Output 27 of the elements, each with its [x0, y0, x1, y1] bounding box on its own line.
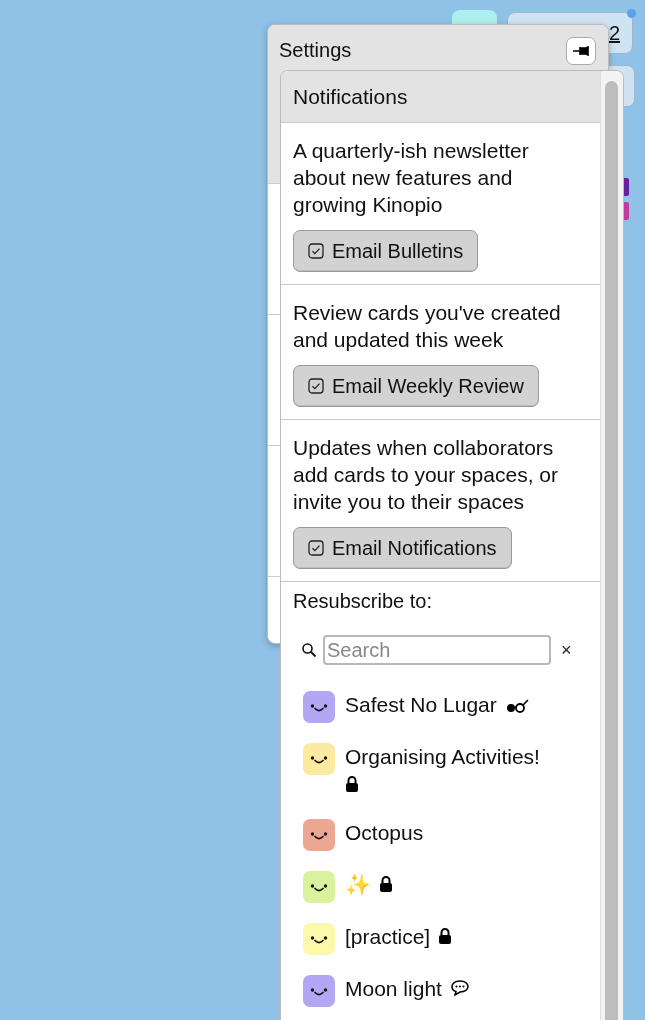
description-text: Review cards you've created and updated this week [293, 300, 562, 353]
pin-button[interactable] [566, 37, 596, 65]
space-item[interactable]: [practice] [303, 923, 589, 955]
space-name: [practice] [345, 925, 431, 948]
space-name: Moon light [345, 977, 442, 1000]
space-name: Safest No Lugar [345, 693, 497, 716]
pin-icon [572, 45, 590, 57]
clear-button[interactable]: × [557, 639, 576, 661]
space-item[interactable]: Organising Activities! [303, 743, 589, 799]
description-text: Updates when collaborators add cards to your spaces, or invite you to their spaces [293, 435, 559, 515]
email-toggle-button[interactable]: Email Weekly Review [293, 365, 539, 407]
space-name: ✨ [345, 873, 371, 896]
scrollbar-thumb[interactable] [605, 81, 618, 1020]
space-name: Organising Activities! [345, 745, 540, 768]
count-label: 2 [608, 21, 620, 45]
dialog-title: Settings [279, 39, 352, 62]
description-text: A quarterly-ish newsletter about new features and growing Kinopio [293, 138, 530, 218]
space-item[interactable]: Safest No Lugar [303, 691, 589, 723]
search-field[interactable]: Search [323, 635, 551, 665]
email-toggle-button[interactable]: Email Bulletins [293, 230, 479, 272]
section-label: Resubscribe to: [293, 590, 433, 613]
email-toggle-button[interactable]: Email Notifications [293, 527, 512, 569]
space-item[interactable]: Moon light [303, 975, 589, 1007]
space-item[interactable]: Octopus [303, 819, 589, 851]
space-name: Octopus [345, 821, 424, 844]
dialog-title: Notifications [293, 85, 408, 108]
search-icon [301, 642, 317, 658]
